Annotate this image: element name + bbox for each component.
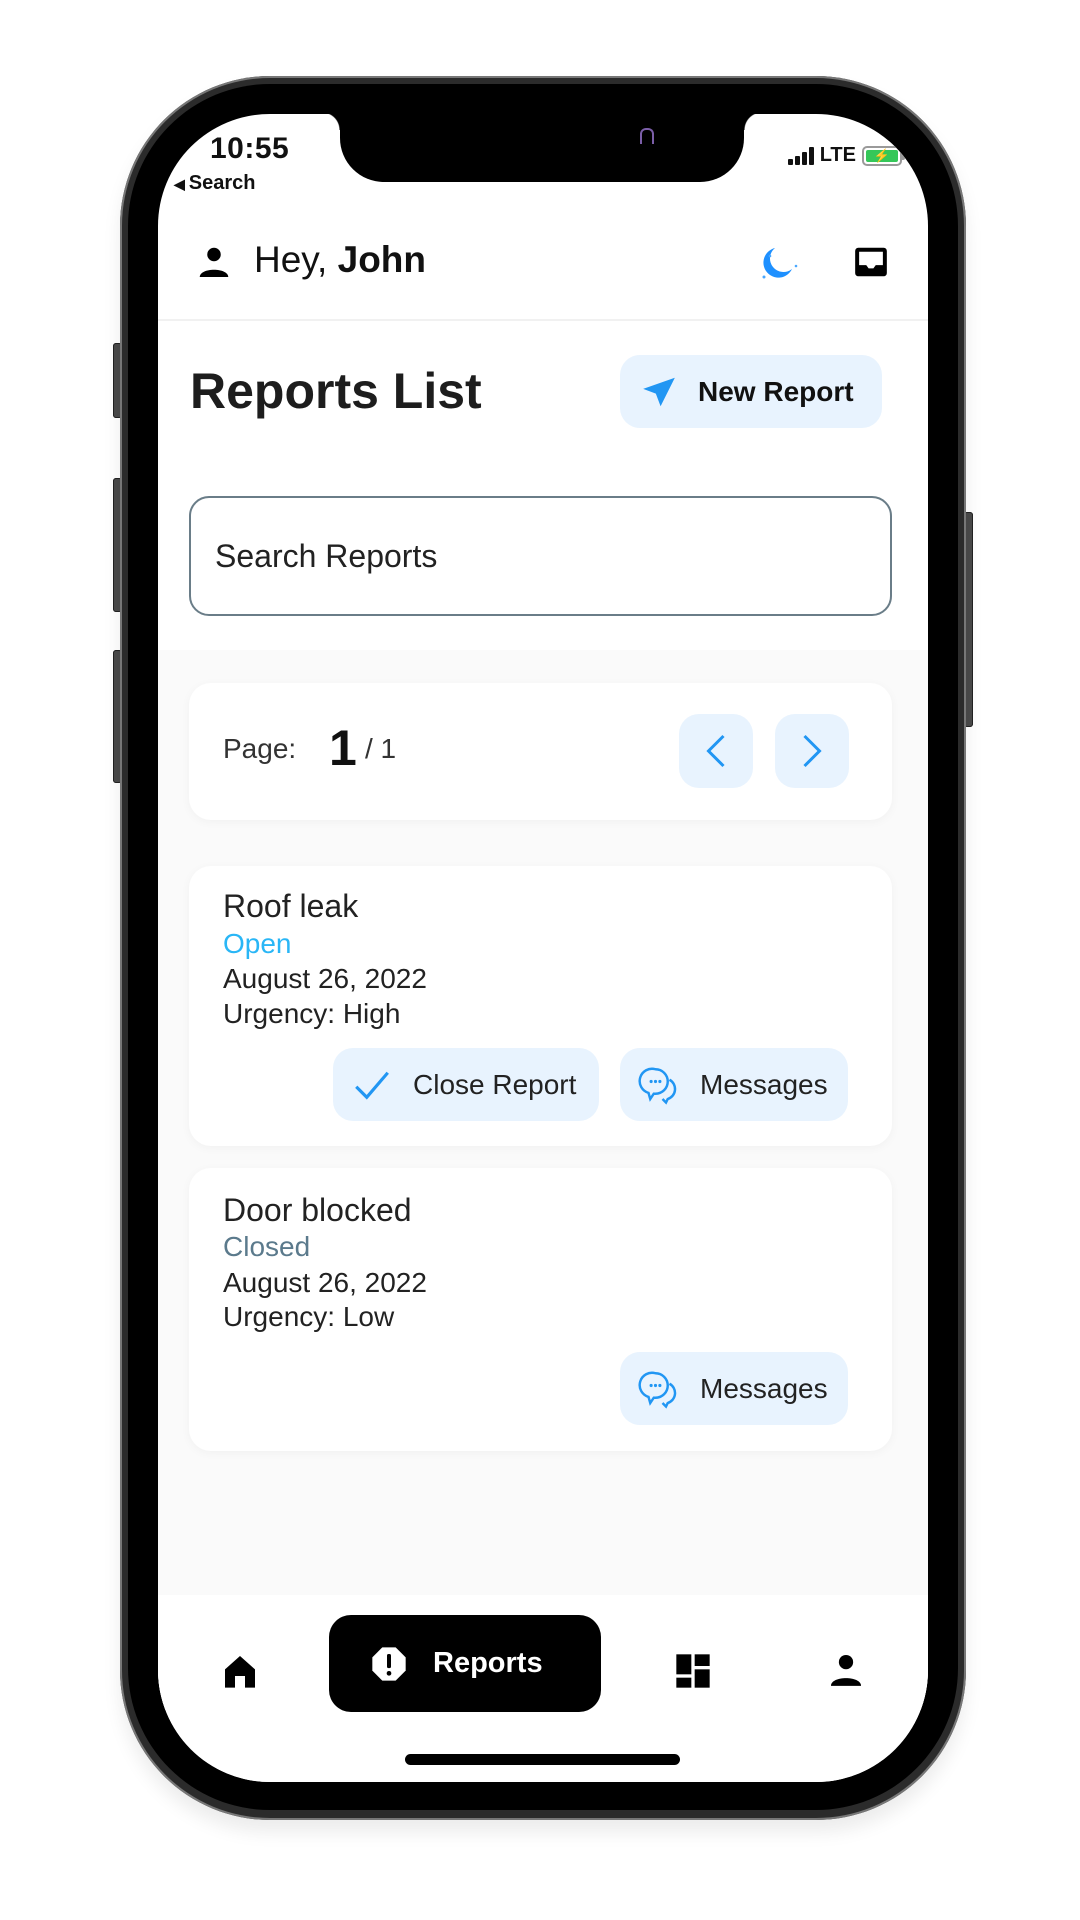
page-label: Page: [223,733,297,764]
phone-screen: 10:55 ◀ Search LTE ⚡ Hey, John Reports Li… [158,114,928,1782]
new-report-label: New Report [698,375,854,407]
new-report-button[interactable]: New Report [620,355,882,428]
nav-item-reports[interactable]: Reports [329,1615,601,1712]
close-report-button[interactable]: Close Report [333,1048,599,1121]
messages-label: Messages [700,1372,828,1404]
messages-button[interactable]: Messages [620,1352,848,1425]
messages-button[interactable]: Messages [620,1048,848,1121]
report-status: Closed [223,1231,311,1262]
charging-bolt-icon: ⚡ [866,148,898,163]
checkmark-icon [355,1071,389,1100]
current-page: 1 [329,720,357,776]
report-urgency: Urgency: Low [223,1301,395,1332]
chat-bubbles-icon [638,1371,677,1409]
nav-reports-label: Reports [433,1647,543,1679]
prev-page-button[interactable] [679,714,753,788]
notch [322,114,762,182]
greeting-prefix: Hey, [254,239,328,280]
battery-icon: ⚡ [862,145,905,166]
network-type: LTE [819,144,856,166]
close-report-label: Close Report [413,1068,577,1100]
send-icon [643,377,675,406]
home-icon[interactable] [220,1651,260,1691]
signal-icon [787,146,814,165]
inbox-icon[interactable] [852,243,890,281]
report-card: Roof leak Open August 26, 2022 Urgency: … [189,866,892,1146]
status-indicators: LTE ⚡ [787,144,905,167]
report-title: Roof leak [223,888,359,924]
home-indicator[interactable] [405,1754,680,1765]
search-input[interactable] [189,496,892,616]
next-page-button[interactable] [775,714,849,788]
messages-label: Messages [700,1068,828,1100]
report-title: Door blocked [223,1192,412,1228]
pagination-card: Page: 1 / 1 [189,683,892,820]
total-pages: / 1 [365,733,397,764]
chevron-left-icon [706,734,725,768]
report-card: Door blocked Closed August 26, 2022 Urge… [189,1168,892,1451]
status-time: 10:55 [210,132,290,165]
back-to-search-link[interactable]: ◀ Search [174,172,256,195]
back-arrow-icon: ◀ [174,176,185,192]
moon-icon[interactable] [758,242,800,284]
chevron-right-icon [803,734,822,768]
report-urgency: Urgency: High [223,998,401,1029]
report-status: Open [223,928,292,959]
page-title: Reports List [190,363,482,419]
header-divider [158,319,928,321]
back-label: Search [188,172,256,194]
report-date: August 26, 2022 [223,1267,427,1298]
user-icon [199,247,229,277]
user-name: John [337,239,427,280]
chat-bubbles-icon [638,1067,677,1105]
profile-icon[interactable] [827,1651,865,1689]
camera-icon [640,128,654,144]
alert-octagon-icon [372,1646,406,1681]
report-date: August 26, 2022 [223,963,427,994]
greeting: Hey, John [254,239,426,281]
dashboard-icon[interactable] [673,1651,713,1691]
